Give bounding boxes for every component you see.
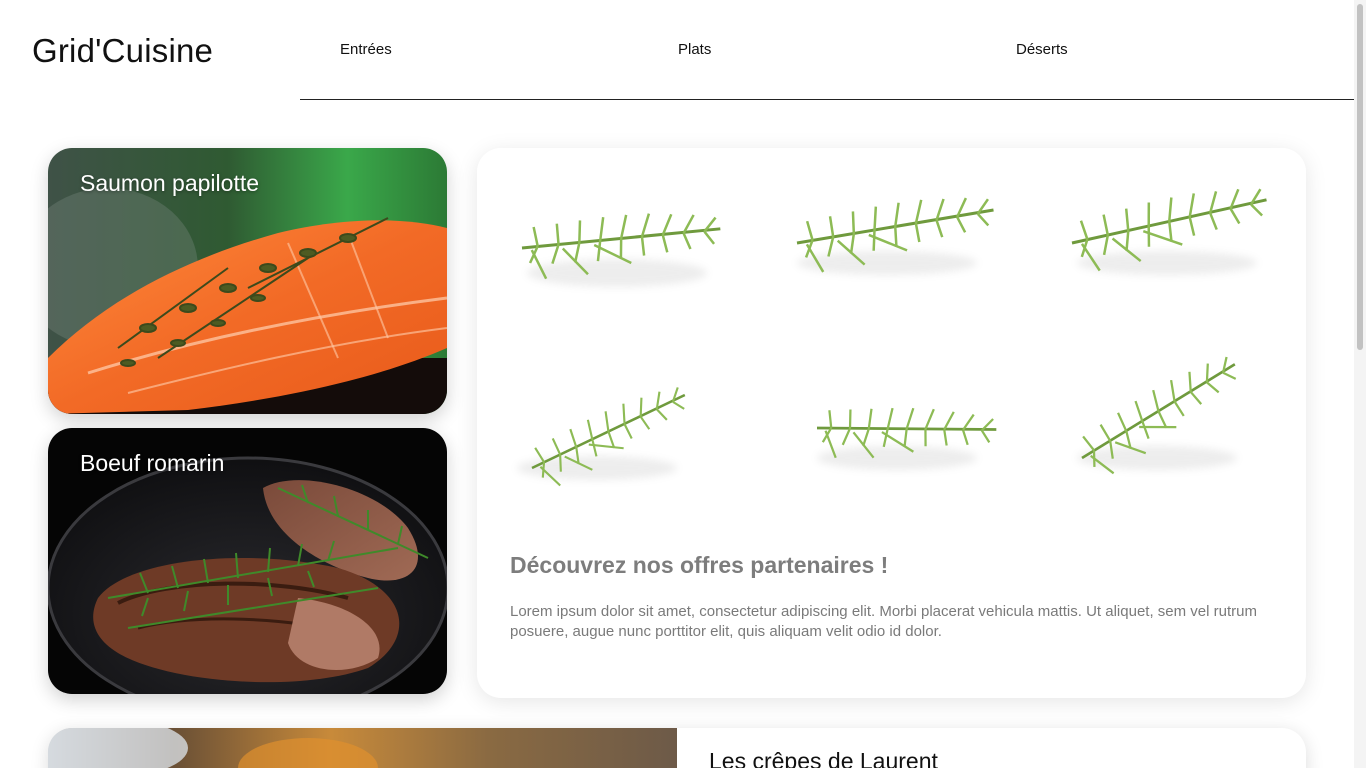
partner-heading: Découvrez nos offres partenaires ! [510,552,889,578]
recipe-card-salmon[interactable]: Saumon papilotte [48,148,447,414]
scrollbar-thumb[interactable] [1357,4,1363,350]
partner-description: Lorem ipsum dolor sit amet, consectetur … [510,603,1257,640]
recipe-title: Les crêpes de Laurent [709,748,938,768]
recipe-title: Saumon papilotte [80,170,260,196]
nav-link-entrees[interactable]: Entrées [340,41,392,58]
main-nav: Entrées Plats Déserts [300,0,1354,100]
rosemary-sprigs-photo [477,148,1306,518]
page-scrollbar[interactable] [1354,0,1366,768]
nav-link-plats[interactable]: Plats [678,41,711,58]
crepes-photo [48,728,677,768]
recipe-card-beef[interactable]: Boeuf romarin [48,428,447,694]
partner-offers-card[interactable]: Découvrez nos offres partenaires ! Lorem… [477,148,1306,698]
nav-link-deserts[interactable]: Déserts [1016,41,1068,58]
recipe-title: Boeuf romarin [80,450,225,476]
site-header: Grid'Cuisine Entrées Plats Déserts [0,0,1354,100]
site-logo[interactable]: Grid'Cuisine [32,32,213,70]
recipe-card-crepes[interactable]: Les crêpes de Laurent [48,728,1306,768]
